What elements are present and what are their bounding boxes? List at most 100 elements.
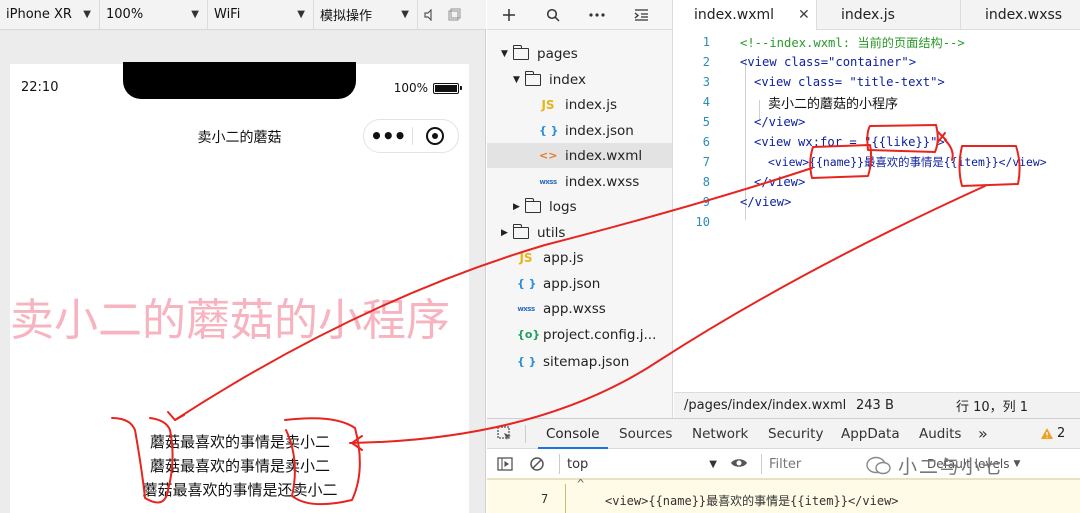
- tab-index-wxml[interactable]: index.wxml ✕: [674, 0, 817, 30]
- collapse-icon[interactable]: [619, 0, 663, 30]
- chevron-down-icon: ▼: [513, 74, 520, 85]
- tree-item-app-json[interactable]: { } app.json: [517, 271, 600, 296]
- tab-label: index.wxss: [985, 7, 1063, 23]
- tab-label: index.wxml: [694, 7, 775, 23]
- close-icon[interactable]: ✕: [798, 7, 810, 23]
- zoom-select[interactable]: 100% ▼: [100, 0, 208, 30]
- more-dots-icon[interactable]: •••: [364, 124, 412, 148]
- file-tree-toolbar: [487, 0, 672, 30]
- tree-item-label: utils: [537, 224, 566, 241]
- console-line-number: 7: [541, 492, 549, 506]
- code-area[interactable]: 1 <!--index.wxml: 当前的页面结构--> 2 <view cla…: [674, 30, 1080, 232]
- tree-item-index-json[interactable]: { } index.json: [539, 118, 634, 143]
- tree-item-label: index.wxml: [565, 147, 643, 164]
- tree-item-sitemap-json[interactable]: { } sitemap.json: [517, 349, 629, 374]
- chevron-down-icon: ▼: [191, 9, 199, 20]
- tab-sources[interactable]: Sources: [619, 419, 672, 449]
- line-number: 6: [702, 135, 710, 149]
- wechat-icon: [866, 456, 891, 474]
- code-line: 2 <view class="container">: [674, 52, 1080, 72]
- json-file-icon: { }: [539, 124, 559, 137]
- tree-item-label: pages: [537, 45, 578, 62]
- more-icon[interactable]: [575, 0, 619, 30]
- editor-status-bar: /pages/index/index.wxml 243 B 行 10，列 1: [674, 392, 1080, 418]
- line-number: 10: [695, 215, 710, 229]
- list-item: 蘑菇最喜欢的事情是卖小二: [149, 433, 330, 451]
- context-select[interactable]: top ▼: [567, 449, 717, 479]
- wxml-file-icon: <>: [539, 149, 558, 162]
- network-select[interactable]: WiFi ▼: [208, 0, 314, 30]
- js-file-icon: JS: [541, 97, 555, 112]
- tree-item-index-js[interactable]: JS index.js: [539, 92, 617, 117]
- watermark-text: 小二与小七: [898, 456, 1004, 478]
- tree-item-label: index.wxss: [565, 173, 640, 190]
- tab-security[interactable]: Security: [768, 419, 823, 449]
- eye-icon[interactable]: [730, 455, 748, 474]
- operation-select[interactable]: 模拟操作 ▼: [314, 0, 418, 30]
- chevron-down-icon: ▼: [297, 9, 305, 20]
- editor-tabs: index.wxml ✕ index.js index.wxss: [674, 0, 1080, 30]
- tree-item-project-config[interactable]: {o} project.config.j...: [517, 322, 656, 347]
- json-file-icon: { }: [517, 277, 537, 290]
- more-tabs-button[interactable]: »: [978, 419, 988, 449]
- tree-item-label: app.js: [543, 249, 584, 266]
- tab-appdata[interactable]: AppData: [841, 419, 900, 449]
- tab-audits[interactable]: Audits: [919, 419, 961, 449]
- tree-item-logs[interactable]: ▶ logs: [513, 194, 577, 219]
- status-path: /pages/index/index.wxml: [684, 398, 847, 413]
- device-select[interactable]: iPhone XR ▼: [0, 0, 100, 30]
- line-code: </view>: [754, 115, 806, 129]
- tab-network[interactable]: Network: [692, 419, 748, 449]
- chevron-down-icon: ▼: [1013, 459, 1021, 469]
- line-number: 9: [702, 195, 710, 209]
- tree-item-app-wxss[interactable]: wxss app.wxss: [517, 296, 605, 321]
- phone-screen: 22:10 100% 卖小二的蘑菇 ••• 卖小二的蘑菇的小程序 蘑菇最喜欢的事…: [10, 62, 469, 513]
- chevron-right-icon: ▶: [513, 201, 520, 212]
- sidebar-toggle-icon[interactable]: [497, 456, 513, 476]
- line-code: <view class= "title-text">: [754, 75, 945, 89]
- console-output: ^ 7 <view>{{name}}最喜欢的事情是{{item}}</view>: [487, 477, 1080, 513]
- folder-icon: [524, 197, 541, 213]
- line-code: <!--index.wxml: 当前的页面结构-->: [740, 36, 965, 50]
- tab-console[interactable]: Console: [538, 419, 608, 449]
- code-line: 9 </view>: [674, 192, 1080, 212]
- chevron-down-icon: ▼: [401, 9, 409, 20]
- search-icon[interactable]: [531, 0, 575, 30]
- tree-item-label: project.config.j...: [543, 326, 657, 343]
- chevron-down-icon: ▼: [709, 458, 717, 470]
- tree-item-pages[interactable]: ▼ pages: [501, 41, 578, 66]
- tree-item-index-wxss[interactable]: wxss index.wxss: [539, 169, 639, 194]
- inspect-icon[interactable]: [497, 426, 513, 446]
- tree-item-label: sitemap.json: [543, 353, 630, 370]
- tree-item-utils[interactable]: ▶ utils: [501, 220, 565, 245]
- volume-icon[interactable]: [418, 0, 442, 30]
- devtools-tabs: Console Sources Network Security AppData…: [487, 419, 1080, 449]
- tree-item-app-js[interactable]: JS app.js: [517, 245, 584, 270]
- tree-item-index-wxml[interactable]: <> index.wxml: [487, 143, 672, 168]
- tree-item-label: logs: [549, 198, 577, 215]
- tab-index-js[interactable]: index.js: [817, 0, 961, 30]
- line-number: 4: [702, 95, 710, 109]
- tree-item-index-folder[interactable]: ▼ index: [513, 67, 586, 92]
- warning-badge[interactable]: 2: [1040, 426, 1065, 441]
- code-line: 4 卖小二的蘑菇的小程序: [674, 92, 1080, 112]
- clear-console-icon[interactable]: [529, 456, 545, 476]
- code-line: 3 <view class= "title-text">: [674, 72, 1080, 92]
- tab-index-wxss[interactable]: index.wxss: [961, 0, 1080, 30]
- tree-item-label: index.js: [565, 96, 618, 113]
- line-number: 2: [702, 55, 710, 69]
- folder-icon: [512, 223, 529, 239]
- file-tree-panel: ▼ pages ▼ index JS index.js { } index.js…: [487, 0, 673, 418]
- plus-icon[interactable]: [487, 0, 531, 30]
- tree-item-label: app.json: [543, 275, 601, 292]
- window-icon[interactable]: [442, 0, 466, 30]
- line-number: 5: [702, 115, 710, 129]
- config-file-icon: {o}: [517, 328, 541, 341]
- status-position[interactable]: 行 10，列 1: [956, 396, 1028, 415]
- close-target-icon[interactable]: [412, 127, 458, 145]
- console-caret: ^: [577, 477, 585, 491]
- list-item: 蘑菇最喜欢的事情是还卖小二: [142, 481, 338, 499]
- context-value: top: [567, 456, 589, 472]
- tree-item-label: index: [549, 71, 586, 88]
- code-editor: index.wxml ✕ index.js index.wxss 1 <!--i…: [674, 0, 1080, 418]
